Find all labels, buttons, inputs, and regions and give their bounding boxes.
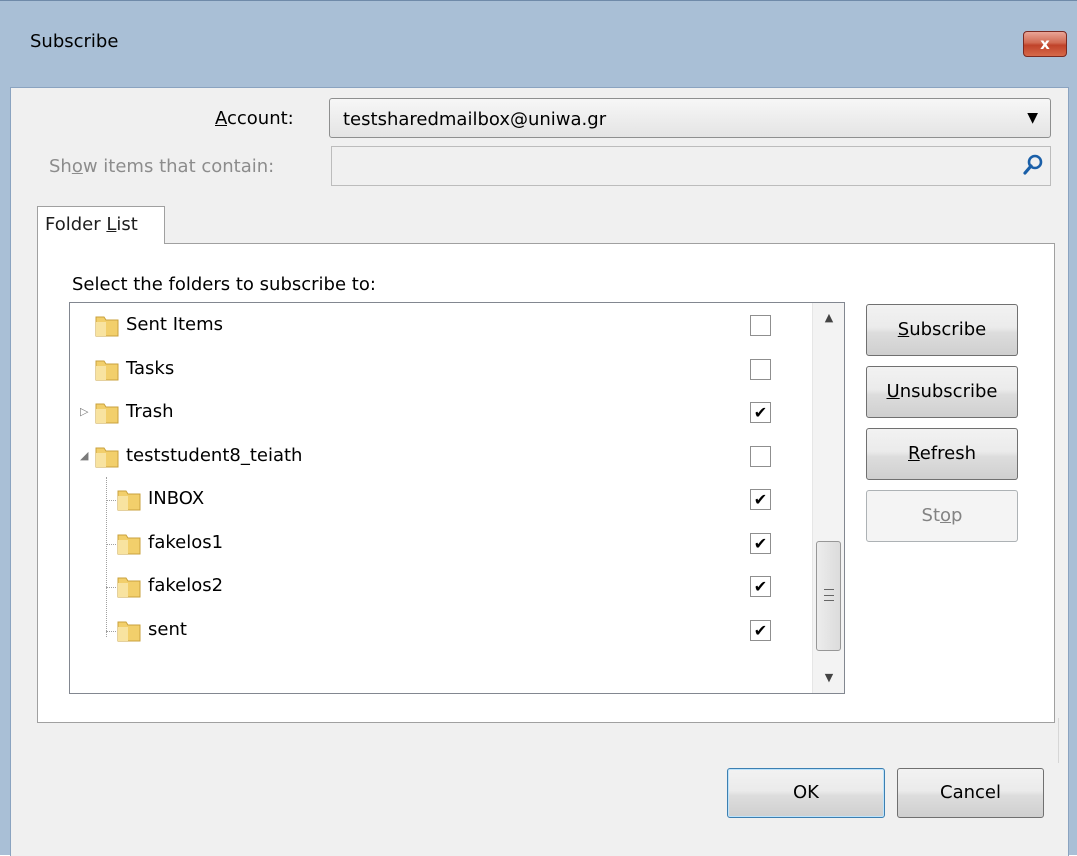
subscribe-dialog: Subscribe x Account: testsharedmailbox@u… <box>0 0 1077 856</box>
ok-button[interactable]: OK <box>727 768 885 818</box>
folder-icon <box>117 490 141 511</box>
tree-guide-line <box>106 630 116 632</box>
search-icon[interactable] <box>1022 153 1044 177</box>
folder-icon <box>117 577 141 598</box>
vertical-scrollbar[interactable]: ▲ ▼ <box>812 303 844 693</box>
subscribe-checkbox[interactable]: ✔ <box>750 532 771 554</box>
folder-row[interactable]: Sent Items <box>70 306 812 346</box>
folder-row[interactable]: fakelos1 ✔ <box>70 524 812 564</box>
folder-icon <box>117 534 141 554</box>
folder-name: Trash <box>126 401 174 422</box>
folder-row[interactable]: Tasks <box>70 350 812 390</box>
subscribe-checkbox[interactable]: ✔ <box>750 619 771 641</box>
folder-name: Tasks <box>126 357 175 379</box>
tab-folder-list[interactable]: Folder List <box>37 206 165 244</box>
folder-name: fakelos2 <box>148 575 224 596</box>
title-bar[interactable]: Subscribe x <box>0 1 1077 87</box>
folder-row[interactable]: sent ✔ <box>70 611 812 651</box>
subscribe-checkbox[interactable]: ✔ <box>750 489 771 510</box>
tree-guide-line <box>106 587 116 588</box>
folder-icon <box>117 621 141 641</box>
chevron-down-icon: ▼ <box>1027 110 1038 126</box>
scroll-thumb[interactable] <box>816 541 841 651</box>
scroll-up-icon[interactable]: ▲ <box>813 303 844 333</box>
stop-button: Stop <box>866 490 1018 542</box>
folder-icon <box>95 316 119 337</box>
folder-icon <box>95 403 119 424</box>
folder-icon <box>95 360 119 380</box>
close-icon: x <box>1040 35 1050 53</box>
folder-name: sent <box>148 618 187 640</box>
subscribe-checkbox[interactable] <box>750 358 771 380</box>
dialog-body: Account: testsharedmailbox@uniwa.gr ▼ Sh… <box>10 87 1069 856</box>
folder-name: fakelos1 <box>148 531 224 553</box>
collapse-arrow-icon[interactable]: ◢ <box>80 449 88 462</box>
tree-guide-line <box>106 543 116 545</box>
search-label: Show items that contain: <box>49 156 275 177</box>
folder-row[interactable]: fakelos2 ✔ <box>70 567 812 607</box>
folder-icon <box>95 447 119 467</box>
folder-row[interactable]: ▷ Trash ✔ <box>70 393 812 433</box>
cancel-button[interactable]: Cancel <box>897 768 1044 818</box>
unsubscribe-button[interactable]: Unsubscribe <box>866 366 1018 418</box>
folder-list-panel: Select the folders to subscribe to: ▲ ▼ … <box>37 243 1055 723</box>
instruction-text: Select the folders to subscribe to: <box>72 274 376 295</box>
folder-row[interactable]: INBOX ✔ <box>70 480 812 520</box>
folder-row[interactable]: ◢ teststudent8_teiath <box>70 437 812 477</box>
subscribe-checkbox[interactable]: ✔ <box>750 576 771 597</box>
refresh-button[interactable]: Refresh <box>866 428 1018 480</box>
folder-tree[interactable]: ▲ ▼ Sent Items Tasks ▷ Trash ✔ ◢ teststudent8_… <box>69 302 845 694</box>
subscribe-checkbox[interactable] <box>750 445 771 467</box>
subscribe-button[interactable]: Subscribe <box>866 304 1018 356</box>
folder-name: INBOX <box>148 488 205 509</box>
folder-name: Sent Items <box>126 314 224 335</box>
subscribe-checkbox[interactable]: ✔ <box>750 402 771 423</box>
account-value: testsharedmailbox@uniwa.gr <box>343 109 607 130</box>
separator <box>1058 718 1059 763</box>
account-dropdown[interactable]: testsharedmailbox@uniwa.gr ▼ <box>329 98 1051 138</box>
tree-guide-line <box>106 500 116 501</box>
search-input[interactable] <box>331 146 1051 186</box>
folder-name: teststudent8_teiath <box>126 444 303 466</box>
subscribe-checkbox[interactable] <box>750 315 771 336</box>
account-label: Account: <box>215 108 294 129</box>
expand-arrow-icon[interactable]: ▷ <box>80 405 88 418</box>
window-title: Subscribe <box>30 31 119 52</box>
grip-icon <box>824 589 834 601</box>
close-button[interactable]: x <box>1023 31 1067 57</box>
scroll-down-icon[interactable]: ▼ <box>813 663 844 693</box>
